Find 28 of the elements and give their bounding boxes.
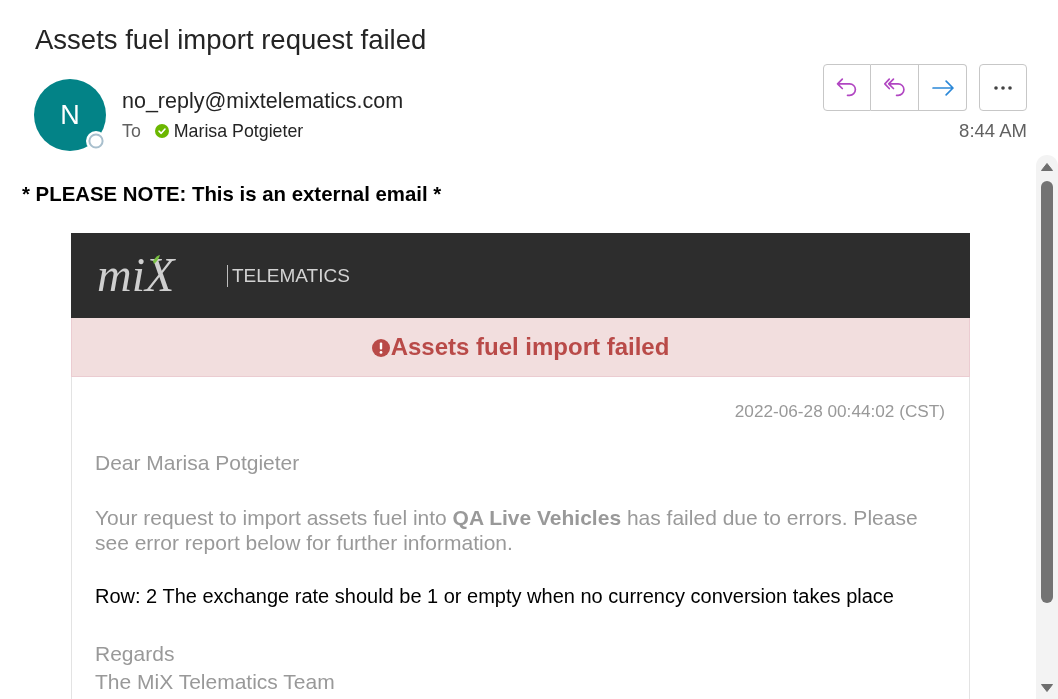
scroll-up-icon[interactable]	[1041, 163, 1053, 171]
received-time: 8:44 AM	[959, 121, 1027, 141]
error-line: Row: 2 The exchange rate should be 1 or empty when no currency conversion takes place	[95, 584, 894, 608]
reply-all-button[interactable]	[871, 64, 919, 111]
sender-address[interactable]: no_reply@mixtelematics.com	[122, 88, 404, 114]
sent-timestamp: 2022-06-28 00:44:02 (CST)	[734, 401, 945, 421]
to-label: To	[122, 120, 141, 142]
exclamation-circle-icon	[371, 338, 390, 357]
signature-text: The MiX Telematics Team	[95, 670, 335, 694]
logo-wordmark: miX	[95, 252, 213, 299]
forward-icon	[931, 77, 954, 98]
closing-text: Regards	[95, 642, 175, 666]
reply-icon	[836, 77, 858, 98]
reply-all-icon	[883, 77, 906, 98]
sender-avatar[interactable]: N	[34, 79, 106, 151]
reply-button[interactable]	[823, 64, 871, 111]
recipient-name[interactable]: Marisa Potgieter	[173, 120, 304, 142]
more-icon	[994, 85, 1012, 90]
email-subject: Assets fuel import request failed	[35, 24, 427, 56]
logo-tagline: TELEMATICS	[227, 264, 350, 287]
scrollbar-thumb[interactable]	[1041, 181, 1053, 603]
scroll-down-icon[interactable]	[1041, 684, 1053, 692]
message-paragraph: Your request to import assets fuel into QA Live Vehicles has failed due to errors. Please see error report below for further information.	[95, 505, 919, 555]
alert-title: Assets fuel import failed	[390, 333, 670, 361]
external-email-notice: * PLEASE NOTE: This is an external email *	[22, 182, 442, 206]
forward-button[interactable]	[919, 64, 967, 111]
scrollbar[interactable]	[1036, 155, 1058, 699]
greeting-text: Dear Marisa Potgieter	[95, 451, 300, 475]
